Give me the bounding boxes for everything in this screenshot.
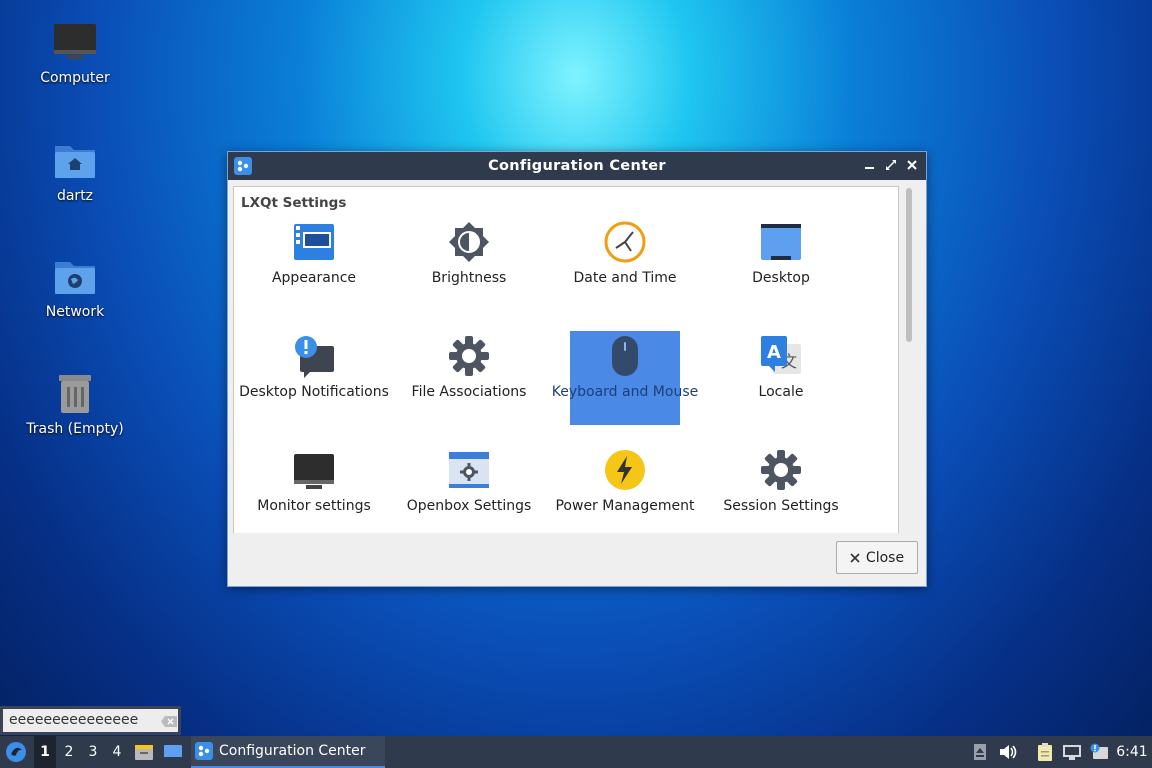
- desktop-icon: [164, 745, 182, 759]
- settings-item-label: Locale: [758, 384, 804, 400]
- settings-item-openbox-settings[interactable]: Openbox Settings: [407, 445, 531, 533]
- desktop-icon-network[interactable]: Network: [15, 256, 135, 320]
- desktop-icon-label: Network: [45, 304, 105, 320]
- notification-icon: [1090, 743, 1108, 759]
- close-button[interactable]: Close: [836, 541, 918, 574]
- appearance-icon: [292, 220, 336, 264]
- settings-item-desktop-notifications[interactable]: Desktop Notifications: [239, 331, 389, 425]
- workspace-3-button[interactable]: 3: [82, 736, 104, 768]
- clear-search-button[interactable]: [161, 712, 177, 727]
- network-folder-icon: [15, 256, 135, 300]
- clipboard-icon: [1038, 743, 1052, 761]
- minimize-icon: [865, 167, 874, 169]
- file-manager-icon: [135, 745, 153, 760]
- network-tray-button[interactable]: [1060, 736, 1084, 768]
- gear-icon: [447, 334, 491, 378]
- settings-item-session-settings[interactable]: Session Settings: [723, 445, 839, 533]
- vertical-scrollbar[interactable]: [905, 186, 915, 532]
- desktop-icon-trash[interactable]: Trash (Empty): [15, 373, 135, 437]
- brightness-icon: [447, 220, 491, 264]
- minimize-button[interactable]: [862, 157, 878, 173]
- scrollbar-thumb[interactable]: [906, 188, 912, 342]
- home-folder-icon: [15, 140, 135, 184]
- settings-item-label: Openbox Settings: [406, 498, 532, 514]
- taskbar-task-configuration-center[interactable]: Configuration Center: [191, 736, 385, 768]
- power-icon: [603, 448, 647, 492]
- settings-item-label: File Associations: [411, 384, 527, 400]
- computer-icon: [15, 22, 135, 66]
- svg-text:A: A: [767, 342, 781, 363]
- backspace-icon: [161, 716, 177, 727]
- maximize-button[interactable]: [883, 157, 899, 173]
- trash-icon: [15, 373, 135, 417]
- desktop-icon-label: Trash (Empty): [26, 421, 124, 437]
- close-icon: [907, 160, 917, 170]
- close-button-label: Close: [865, 549, 905, 566]
- workspace-2-button[interactable]: 2: [58, 736, 80, 768]
- section-title: LXQt Settings: [241, 195, 347, 211]
- settings-item-brightness[interactable]: Brightness: [414, 217, 524, 311]
- volume-button[interactable]: [996, 736, 1020, 768]
- settings-item-date-and-time[interactable]: Date and Time: [570, 217, 680, 311]
- settings-panel: LXQt Settings Appearance Brightness Date…: [233, 186, 899, 533]
- workspace-1-button[interactable]: 1: [34, 736, 56, 768]
- settings-item-label: Date and Time: [573, 270, 677, 286]
- notification-icon: [292, 334, 336, 378]
- settings-item-label: Power Management: [555, 498, 695, 514]
- mouse-icon: [603, 334, 647, 378]
- clock-icon: [603, 220, 647, 264]
- clipboard-tray-button[interactable]: [1034, 736, 1056, 768]
- removable-media-tray[interactable]: [970, 736, 990, 768]
- settings-item-monitor-settings[interactable]: Monitor settings: [257, 445, 371, 533]
- eject-icon: [974, 744, 986, 760]
- desktop-icon-label: dartz: [56, 188, 94, 204]
- settings-item-label: Brightness: [431, 270, 507, 286]
- search-widget: eeeeeeeeeeeeeee: [0, 706, 181, 735]
- window-titlebar[interactable]: Configuration Center: [228, 152, 926, 180]
- settings-item-file-associations[interactable]: File Associations: [412, 331, 526, 425]
- workspace-4-button[interactable]: 4: [106, 736, 128, 768]
- notification-tray-button[interactable]: [1087, 736, 1111, 768]
- settings-item-keyboard-and-mouse[interactable]: Keyboard and Mouse: [552, 331, 698, 425]
- settings-item-desktop[interactable]: Desktop: [726, 217, 836, 311]
- settings-item-label: Desktop Notifications: [239, 384, 389, 400]
- configuration-center-app-icon: [195, 742, 213, 760]
- settings-item-power-management[interactable]: Power Management: [555, 445, 695, 533]
- openbox-icon: [447, 448, 491, 492]
- settings-item-label: Appearance: [271, 270, 357, 286]
- settings-item-locale[interactable]: 文A Locale: [726, 331, 836, 425]
- monitor-icon: [292, 448, 336, 492]
- desktop-icon-label: Computer: [40, 70, 110, 86]
- show-desktop-button[interactable]: [160, 736, 186, 768]
- file-manager-launcher[interactable]: [132, 736, 156, 768]
- settings-item-label: Session Settings: [723, 498, 839, 514]
- close-window-button[interactable]: [904, 157, 920, 173]
- locale-icon: 文A: [759, 334, 803, 378]
- settings-item-label: Desktop: [752, 270, 810, 286]
- volume-icon: [1000, 745, 1017, 759]
- search-input[interactable]: eeeeeeeeeeeeeee: [3, 709, 178, 732]
- network-icon: [1063, 745, 1081, 760]
- window-title: Configuration Center: [488, 158, 666, 174]
- desktop-icon-computer[interactable]: Computer: [15, 22, 135, 86]
- desktop-icon: [759, 220, 803, 264]
- desktop-icon-home[interactable]: dartz: [15, 140, 135, 204]
- gear-icon: [759, 448, 803, 492]
- taskbar: 1 2 3 4 Configuration Center 6:41: [0, 736, 1152, 768]
- maximize-icon: [886, 160, 896, 170]
- lxqt-logo-icon: [6, 742, 26, 762]
- configuration-center-window: Configuration Center LXQt Settings Appea…: [227, 151, 927, 587]
- taskbar-task-label: Configuration Center: [219, 743, 366, 759]
- settings-item-label: Keyboard and Mouse: [551, 384, 699, 400]
- main-menu-button[interactable]: [2, 736, 30, 768]
- settings-item-label: Monitor settings: [257, 498, 371, 514]
- close-icon: [850, 552, 860, 563]
- settings-item-appearance[interactable]: Appearance: [259, 217, 369, 311]
- clock[interactable]: 6:41: [1112, 736, 1152, 768]
